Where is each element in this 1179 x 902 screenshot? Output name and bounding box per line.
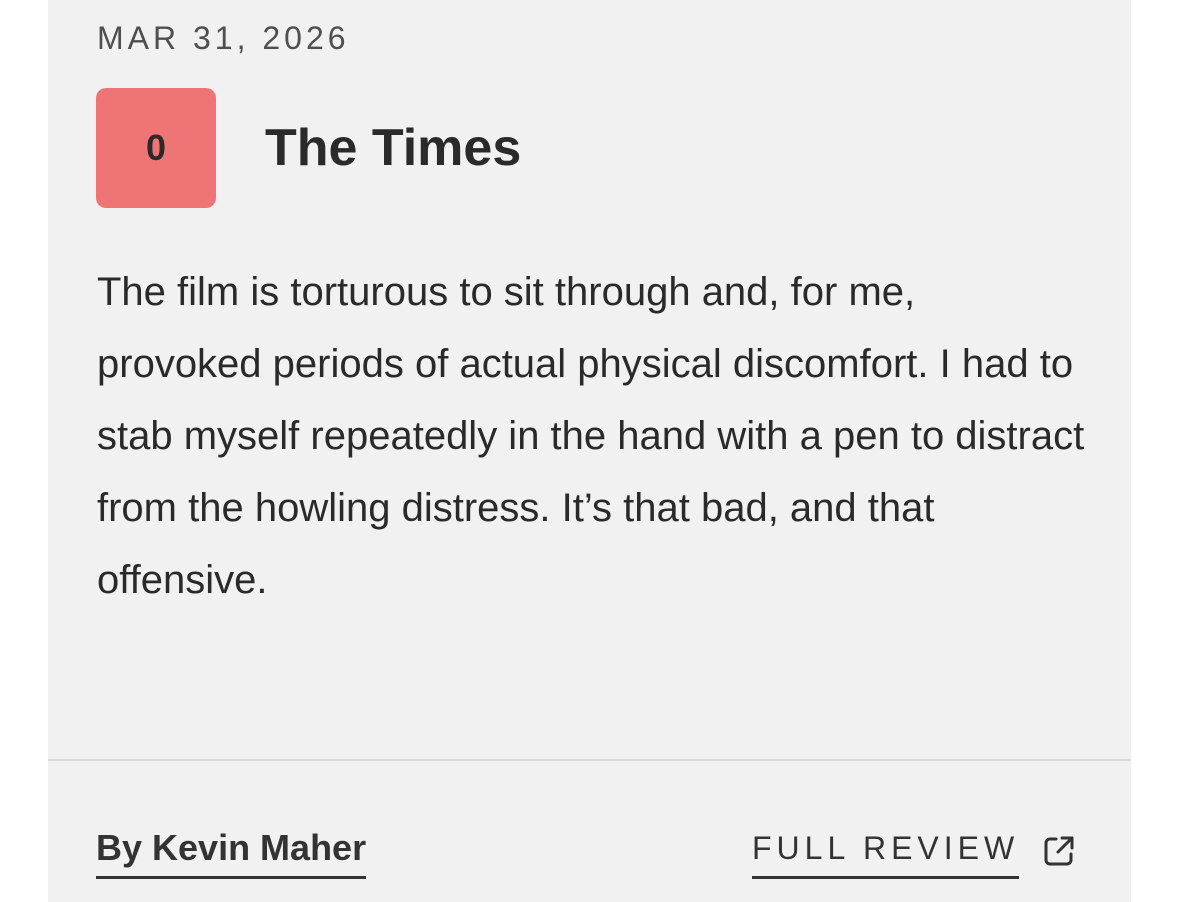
review-date: MAR 31, 2026 [97,20,350,56]
full-review-label[interactable]: FULL REVIEW [752,826,1020,879]
review-quote: The film is torturous to sit through and… [97,270,1085,602]
outlet-name: The Times [265,119,522,177]
divider [48,759,1131,761]
author-link[interactable]: By Kevin Maher [96,826,367,879]
score-badge: 0 [96,88,216,208]
full-review-link[interactable]: FULL REVIEW [752,826,1077,879]
review-card: MAR 31, 2026 0 The Times The film is tor… [48,0,1131,902]
external-link-icon[interactable] [1041,833,1077,869]
